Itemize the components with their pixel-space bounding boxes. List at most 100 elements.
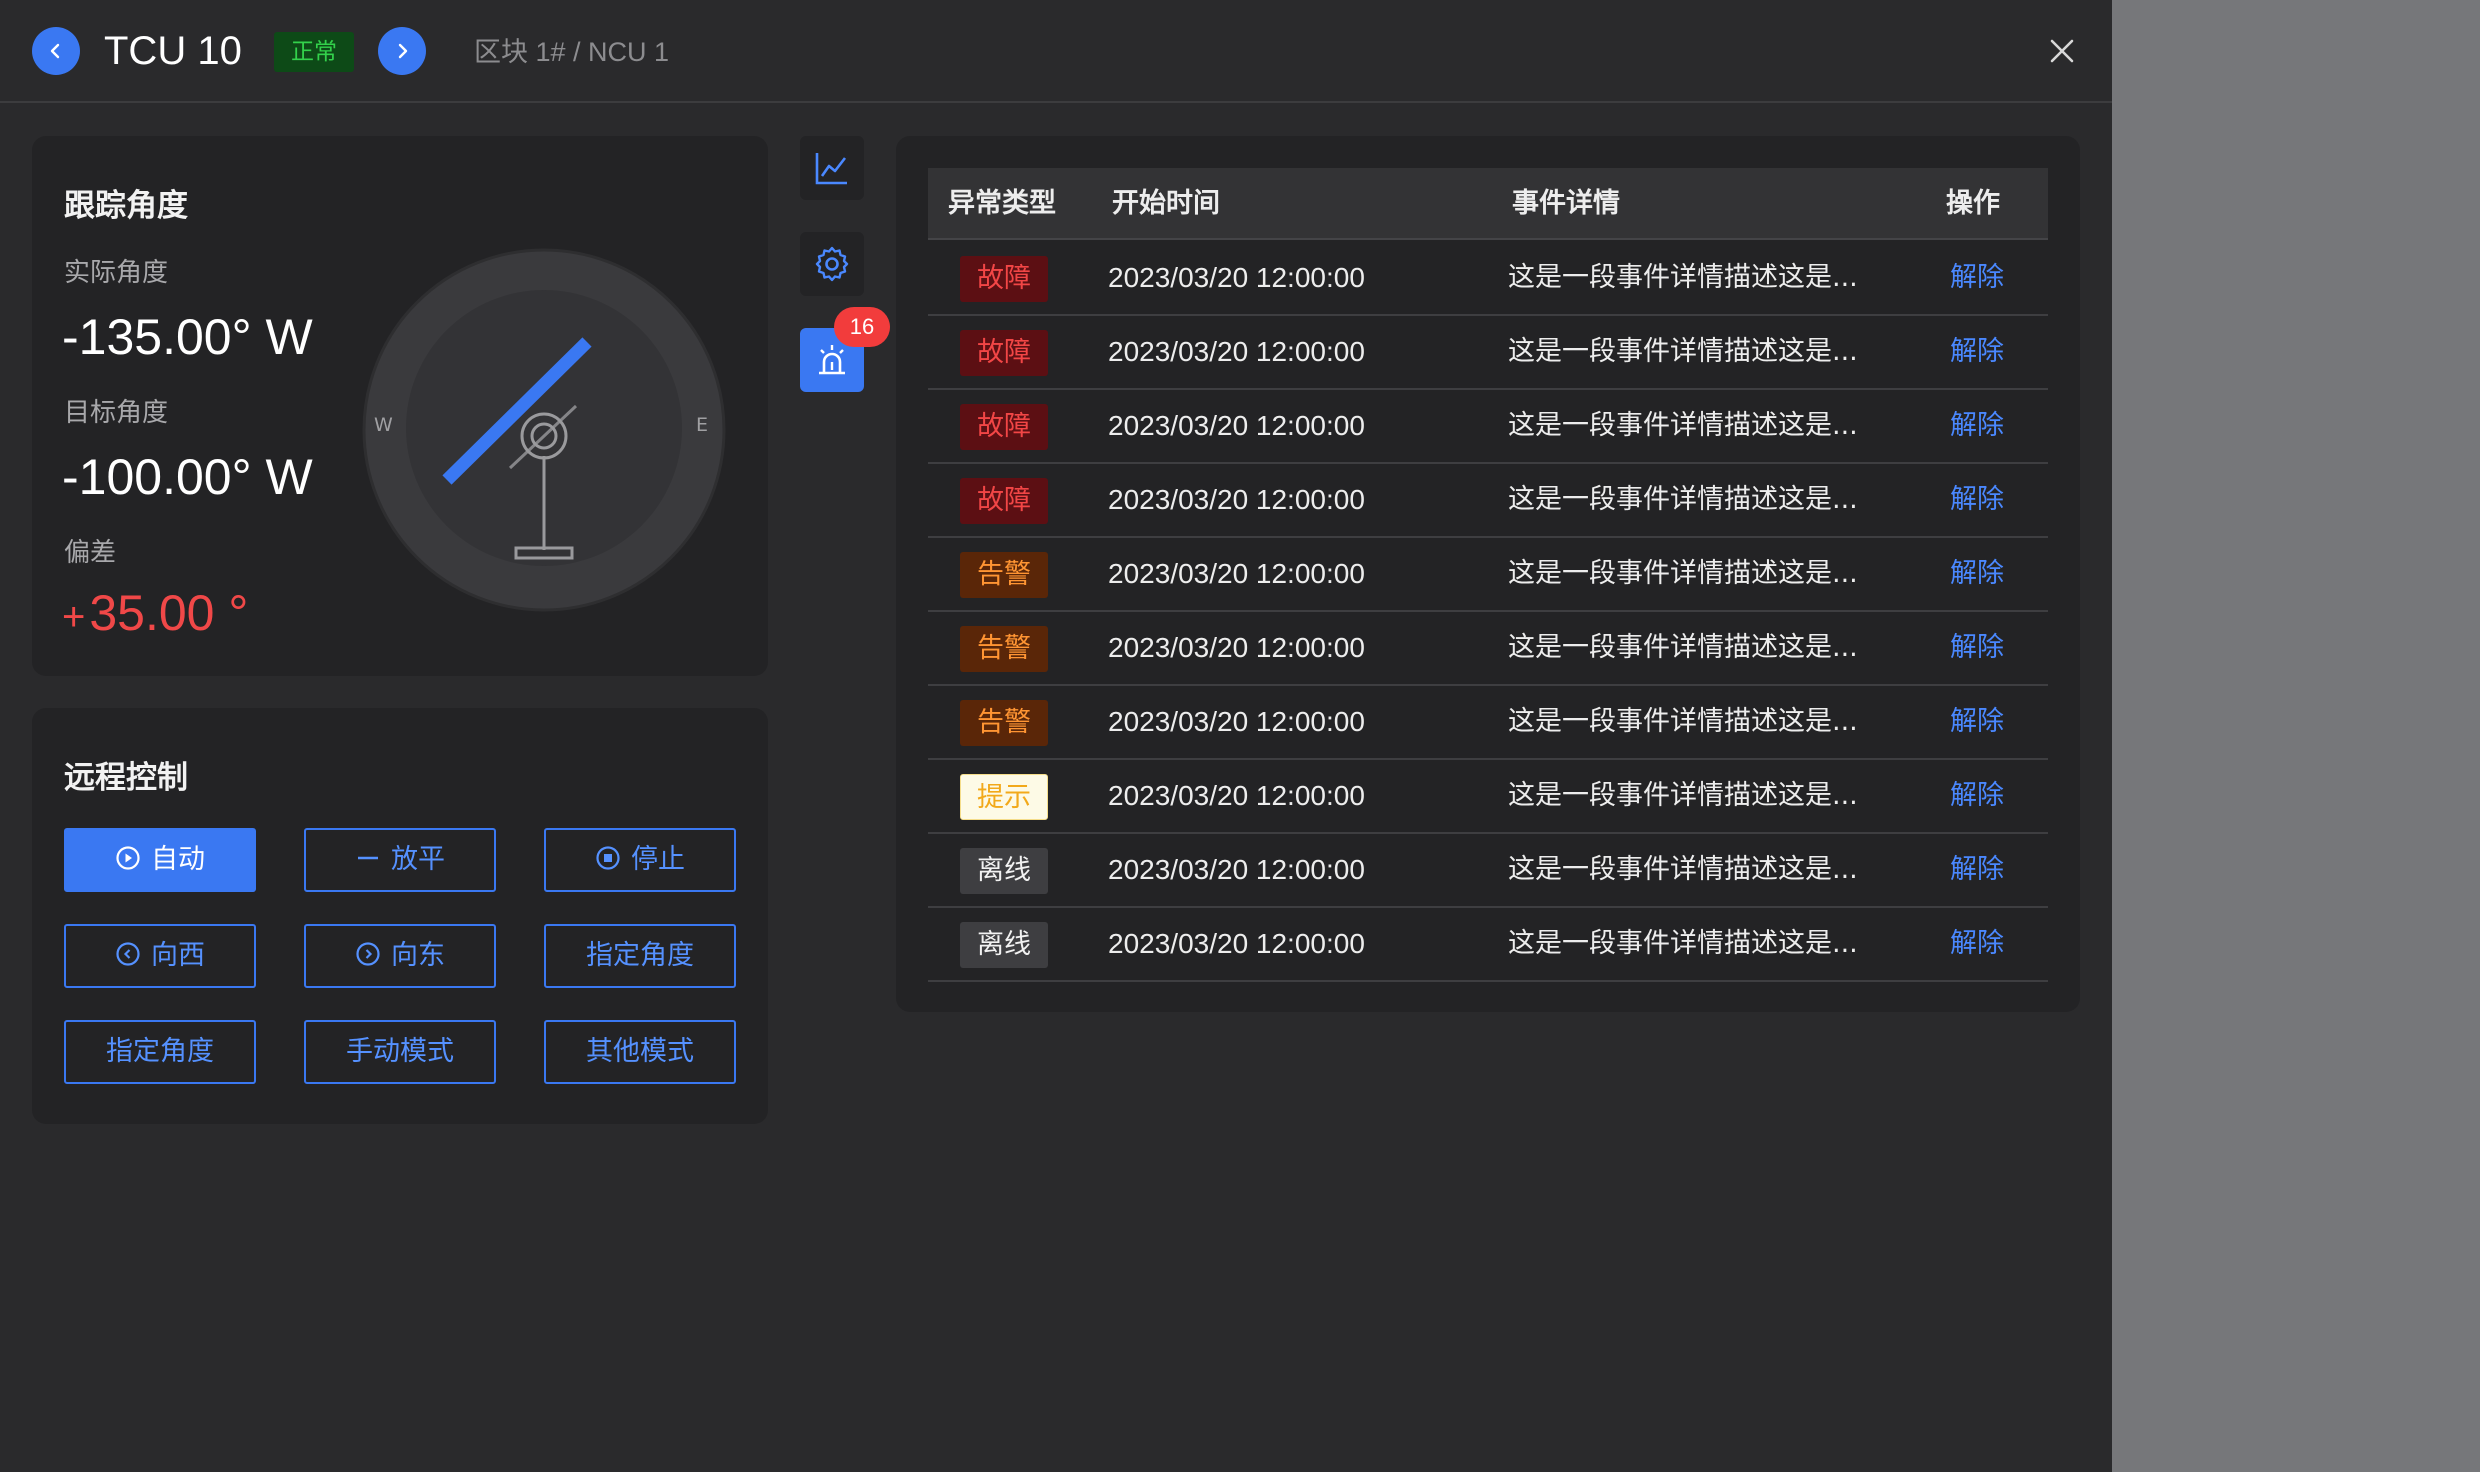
- chevron-right-icon: [398, 43, 408, 59]
- event-detail: 这是一段事件详情描述这是...: [1508, 780, 1858, 811]
- event-start-time: 2023/03/20 12:00:00: [1108, 336, 1365, 367]
- table-row: 故障 2023/03/20 12:00:00 这是一段事件详情描述这是... 解除: [928, 390, 2048, 464]
- chevron-right-circle-icon: [356, 941, 380, 966]
- alarm-siren-icon: [819, 345, 845, 375]
- event-type-tag: 告警: [960, 626, 1048, 672]
- resolve-link[interactable]: 解除: [1950, 260, 2004, 296]
- play-circle-icon: [116, 845, 140, 870]
- resolve-link[interactable]: 解除: [1950, 556, 2004, 592]
- gear-icon: [815, 246, 849, 282]
- auto-button[interactable]: 自动: [64, 828, 256, 892]
- events-table-panel: 异常类型 开始时间 事件详情 操作 故障 2023/03/20 12:00:00 这…: [896, 136, 2080, 1012]
- compass-west-label: W: [374, 414, 393, 436]
- set-angle-button-2[interactable]: 指定角度: [64, 1020, 256, 1084]
- table-row: 告警 2023/03/20 12:00:00 这是一段事件详情描述这是... 解除: [928, 538, 2048, 612]
- event-type-tag: 提示: [960, 774, 1048, 820]
- manual-mode-button[interactable]: 手动模式: [304, 1020, 496, 1084]
- event-start-time: 2023/03/20 12:00:00: [1108, 632, 1365, 663]
- event-start-time: 2023/03/20 12:00:00: [1108, 928, 1365, 959]
- table-row: 离线 2023/03/20 12:00:00 这是一段事件详情描述这是... 解除: [928, 908, 2048, 982]
- event-detail: 这是一段事件详情描述这是...: [1508, 336, 1858, 367]
- deviation-number: 35.00 °: [89, 585, 249, 641]
- event-detail: 这是一段事件详情描述这是...: [1508, 854, 1858, 885]
- stop-button[interactable]: 停止: [544, 828, 736, 892]
- event-detail: 这是一段事件详情描述这是...: [1508, 484, 1858, 515]
- event-type-tag: 故障: [960, 330, 1048, 376]
- deviation-value: +35.00 °: [62, 584, 248, 642]
- east-button[interactable]: 向东: [304, 924, 496, 988]
- event-start-time: 2023/03/20 12:00:00: [1108, 854, 1365, 885]
- device-title: TCU 10: [104, 29, 242, 73]
- target-angle-label: 目标角度: [64, 398, 169, 428]
- event-start-time: 2023/03/20 12:00:00: [1108, 410, 1365, 441]
- device-detail-drawer: TCU 10 正常 区块 1# / NCU 1 跟踪角度 实际角度 -135.0…: [0, 0, 2112, 1472]
- event-detail: 这是一段事件详情描述这是...: [1508, 262, 1858, 293]
- east-button-label: 向东: [391, 940, 445, 971]
- set-angle-button[interactable]: 指定角度: [544, 924, 736, 988]
- stop-circle-icon: [596, 845, 620, 870]
- col-start-time-header: 开始时间: [1112, 188, 1220, 219]
- tab-chart[interactable]: [800, 136, 864, 200]
- tracker-angle-compass: [362, 248, 726, 612]
- col-action-header: 操作: [1946, 188, 2000, 219]
- line-chart-icon: [815, 153, 847, 185]
- table-row: 告警 2023/03/20 12:00:00 这是一段事件详情描述这是... 解除: [928, 686, 2048, 760]
- event-type-tag: 故障: [960, 478, 1048, 524]
- event-detail: 这是一段事件详情描述这是...: [1508, 706, 1858, 737]
- close-icon[interactable]: [2049, 38, 2075, 64]
- remote-control-title: 远程控制: [64, 760, 188, 796]
- prev-device-button[interactable]: [32, 27, 80, 75]
- table-row: 离线 2023/03/20 12:00:00 这是一段事件详情描述这是... 解除: [928, 834, 2048, 908]
- status-badge: 正常: [274, 32, 354, 72]
- table-row: 故障 2023/03/20 12:00:00 这是一段事件详情描述这是... 解除: [928, 316, 2048, 390]
- chevron-left-circle-icon: [116, 941, 140, 966]
- deviation-sign: +: [62, 595, 86, 639]
- chevron-left-icon: [50, 43, 60, 59]
- event-start-time: 2023/03/20 12:00:00: [1108, 484, 1365, 515]
- event-type-tag: 告警: [960, 700, 1048, 746]
- target-angle-value: -100.00° W: [62, 449, 313, 505]
- event-type-tag: 告警: [960, 552, 1048, 598]
- col-detail-header: 事件详情: [1512, 188, 1620, 219]
- event-detail: 这是一段事件详情描述这是...: [1508, 928, 1858, 959]
- next-device-button[interactable]: [378, 27, 426, 75]
- resolve-link[interactable]: 解除: [1950, 334, 2004, 370]
- event-start-time: 2023/03/20 12:00:00: [1108, 780, 1365, 811]
- breadcrumb: 区块 1# / NCU 1: [474, 37, 670, 67]
- resolve-link[interactable]: 解除: [1950, 926, 2004, 962]
- resolve-link[interactable]: 解除: [1950, 630, 2004, 666]
- actual-angle-label: 实际角度: [64, 258, 169, 288]
- table-row: 故障 2023/03/20 12:00:00 这是一段事件详情描述这是... 解除: [928, 464, 2048, 538]
- col-type-header: 异常类型: [948, 188, 1056, 219]
- resolve-link[interactable]: 解除: [1950, 852, 2004, 888]
- event-detail: 这是一段事件详情描述这是...: [1508, 632, 1858, 663]
- stop-button-label: 停止: [631, 844, 685, 875]
- event-type-tag: 离线: [960, 848, 1048, 894]
- auto-button-label: 自动: [151, 844, 205, 875]
- event-start-time: 2023/03/20 12:00:00: [1108, 262, 1365, 293]
- resolve-link[interactable]: 解除: [1950, 704, 2004, 740]
- resolve-link[interactable]: 解除: [1950, 778, 2004, 814]
- actual-angle-value: -135.00° W: [62, 309, 313, 365]
- other-mode-button[interactable]: 其他模式: [544, 1020, 736, 1084]
- event-detail: 这是一段事件详情描述这是...: [1508, 410, 1858, 441]
- flatten-button[interactable]: 放平: [304, 828, 496, 892]
- alarm-count-badge: 16: [834, 307, 890, 347]
- event-type-tag: 离线: [960, 922, 1048, 968]
- drawer-header: TCU 10 正常 区块 1# / NCU 1: [0, 0, 2112, 103]
- remote-control-panel: 远程控制 自动 放平 停止 向西 向东 指定角度 指定角度 手动模式 其他模式: [32, 708, 768, 1124]
- resolve-link[interactable]: 解除: [1950, 408, 2004, 444]
- west-button[interactable]: 向西: [64, 924, 256, 988]
- table-row: 告警 2023/03/20 12:00:00 这是一段事件详情描述这是... 解除: [928, 612, 2048, 686]
- resolve-link[interactable]: 解除: [1950, 482, 2004, 518]
- deviation-label: 偏差: [64, 538, 117, 568]
- event-start-time: 2023/03/20 12:00:00: [1108, 706, 1365, 737]
- compass-east-label: E: [696, 414, 709, 436]
- tab-settings[interactable]: [800, 232, 864, 296]
- event-start-time: 2023/03/20 12:00:00: [1108, 558, 1365, 589]
- table-row: 故障 2023/03/20 12:00:00 这是一段事件详情描述这是... 解除: [928, 242, 2048, 316]
- table-header: 异常类型 开始时间 事件详情 操作: [928, 168, 2048, 240]
- west-button-label: 向西: [151, 940, 205, 971]
- event-type-tag: 故障: [960, 404, 1048, 450]
- minus-icon: [358, 856, 378, 859]
